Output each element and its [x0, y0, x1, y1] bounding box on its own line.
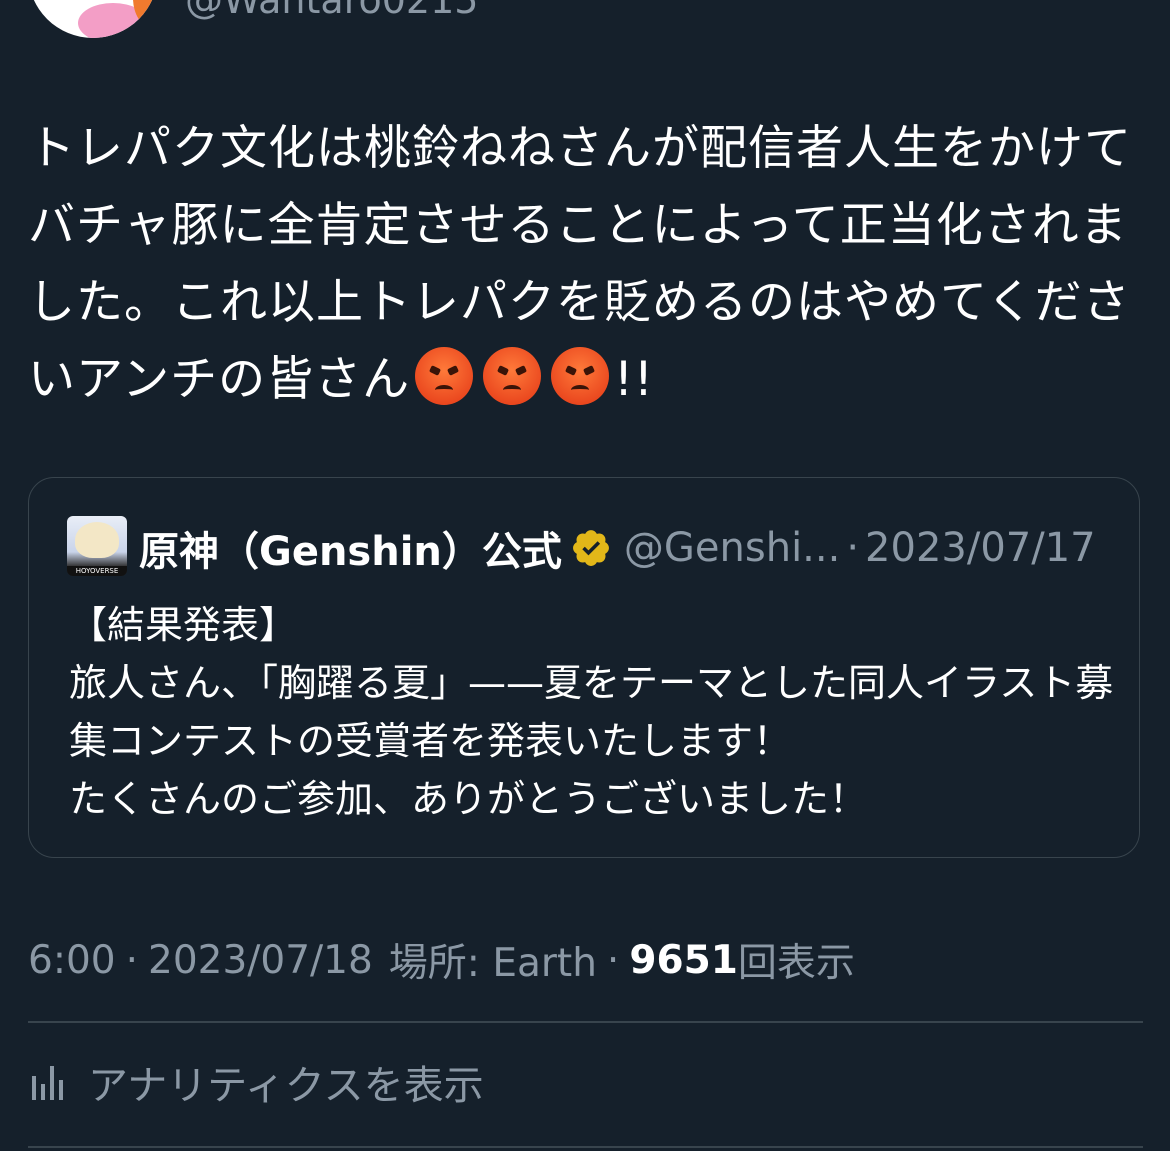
separator-dot: ·: [606, 937, 620, 983]
analytics-label: アナリティクスを表示: [88, 1063, 484, 1109]
quoted-tweet-card[interactable]: HOYOVERSE 原神（Genshin）公式 @Genshi... · 202…: [28, 477, 1140, 858]
avatar-brand-text: HOYOVERSE: [67, 566, 127, 576]
verified-badge-icon: [572, 530, 609, 566]
tweet-date: 2023/07/18: [148, 937, 373, 983]
author-avatar[interactable]: [28, 0, 158, 38]
divider: [28, 1021, 1143, 1023]
separator-dot: ·: [846, 525, 860, 571]
tweet-suffix: !!: [614, 352, 654, 407]
angry-face-icon: [483, 347, 542, 405]
avatar-character: [75, 522, 119, 558]
views-label: 回表示: [737, 941, 855, 986]
bar-chart-icon: [32, 1066, 63, 1100]
tweet-time: 6:00: [28, 937, 116, 983]
quote-text: 【結果発表】 旅人さん、「胸躍る夏」——夏をテーマとした同人イラスト募集コンテス…: [69, 603, 1114, 821]
analytics-link[interactable]: アナリティクスを表示: [30, 1052, 484, 1112]
tweet-meta: 6:00 · 2023/07/18 場所: Earth · 9651 回表示: [28, 930, 855, 990]
quote-author-name: 原神（Genshin）公式: [139, 529, 562, 575]
angry-face-icon: [415, 347, 474, 405]
quote-author-handle: @Genshi...: [623, 525, 841, 571]
quote-header: 原神（Genshin）公式 @Genshi... · 2023/07/17: [139, 518, 1096, 578]
separator-dot: ·: [125, 937, 138, 983]
tweet-location: 場所: Earth: [388, 941, 597, 986]
quote-author-avatar: HOYOVERSE: [67, 516, 127, 576]
author-handle[interactable]: @Wantaro0215: [185, 0, 478, 22]
views-count: 9651: [629, 937, 738, 983]
quote-date: 2023/07/17: [865, 525, 1096, 571]
tweet-body: トレパク文化は桃鈴ねねさんが配信者人生をかけてバチャ豚に全肯定させることによって…: [28, 110, 1138, 418]
divider: [28, 1146, 1143, 1148]
angry-face-icon: [551, 347, 610, 405]
